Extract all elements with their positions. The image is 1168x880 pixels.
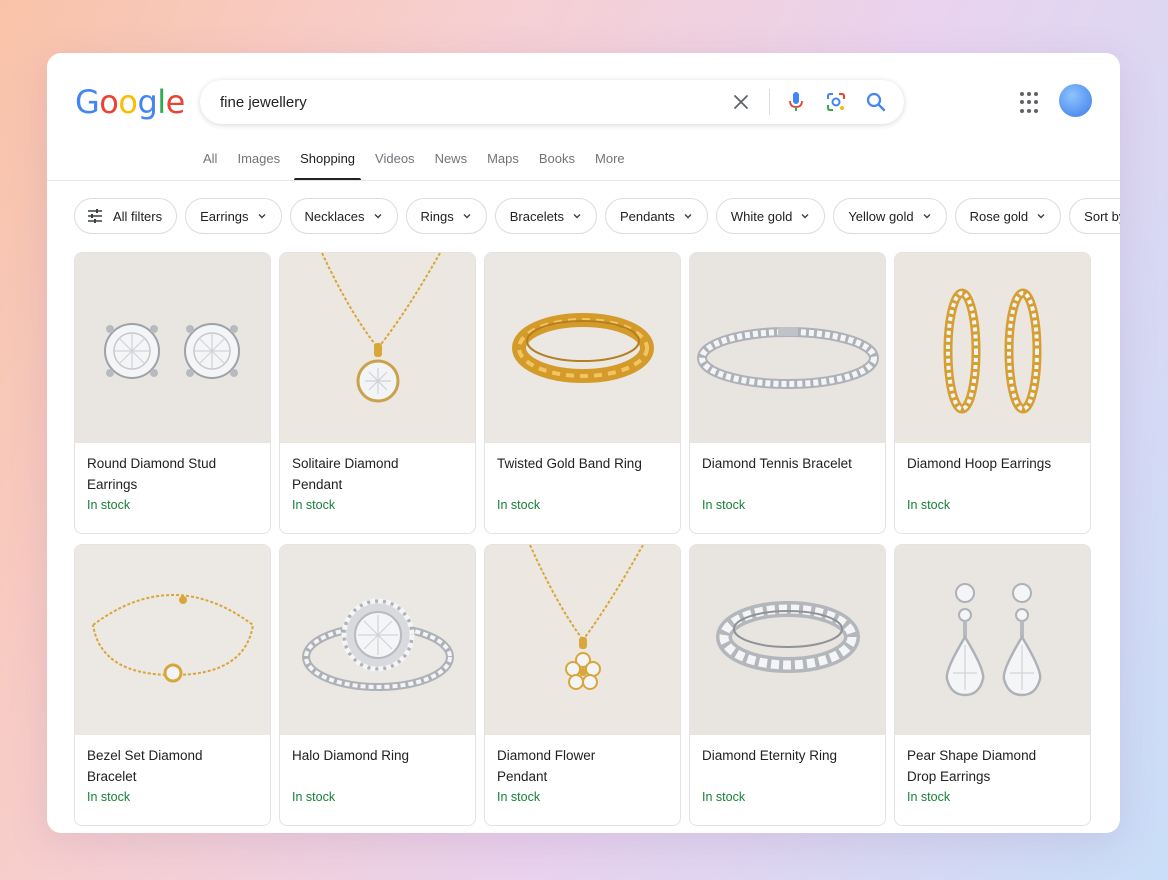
stock-status: In stock [907,790,951,804]
product-name: Halo Diamond Ring [292,748,410,763]
product-card[interactable]: Solitaire Diamond Pendant In stock [279,252,476,534]
tab-more[interactable]: More [589,145,631,181]
stock-status: In stock [292,790,336,804]
tab-books[interactable]: Books [533,145,581,181]
tab-videos[interactable]: Videos [369,145,421,181]
chip-label: Rings [420,208,454,224]
logo-letter: o [99,83,119,121]
chip-pendants[interactable]: Pendants [604,198,708,234]
search-icon[interactable] [864,90,888,114]
close-icon[interactable] [729,90,753,114]
stock-status: In stock [907,498,951,512]
stock-status: In stock [87,790,131,804]
logo-letter: G [75,83,100,121]
chevron-down-icon [258,214,266,219]
product-card[interactable]: Halo Diamond Ring In stock [279,544,476,826]
product-image [75,545,270,735]
tab-all[interactable]: All [197,145,223,181]
product-image [280,545,475,735]
product-image [75,253,270,443]
product-name: Diamond Tennis Bracelet [702,456,852,471]
product-name: Pear Shape Diamond Drop Earrings [907,748,1037,784]
chip-label: Pendants [619,208,675,224]
product-image [485,253,680,443]
google-logo[interactable]: Google [75,83,185,121]
search-bar[interactable]: fine jewellery [200,80,904,124]
product-image [280,253,475,443]
chip-label: All filters [113,208,163,224]
product-image [690,253,885,443]
product-card[interactable]: Diamond Flower Pendant In stock [484,544,681,826]
chip-label: Earrings [200,208,249,224]
tune-icon [88,209,102,223]
chevron-down-icon [923,214,931,219]
product-name: Diamond Flower Pendant [497,748,596,784]
product-card[interactable]: Diamond Hoop Earrings In stock [894,252,1091,534]
sort-by-button[interactable]: Sort by [1069,198,1120,234]
chip-earrings[interactable]: Earrings [185,198,282,234]
chevron-down-icon [1037,214,1045,219]
product-card[interactable]: Bezel Set Diamond Bracelet In stock [74,544,271,826]
product-name: Bezel Set Diamond Bracelet [87,748,203,784]
product-card[interactable]: Diamond Eternity Ring In stock [689,544,886,826]
chip-label: Sort by [1084,208,1120,224]
tab-maps[interactable]: Maps [481,145,525,181]
product-name: Twisted Gold Band Ring [497,456,642,471]
filter-chips: All filters Earrings Necklaces Rings Bra… [74,198,1120,234]
chip-label: Rose gold [969,208,1029,224]
chip-label: Bracelets [509,208,564,224]
chip-yellow-gold[interactable]: Yellow gold [833,198,947,234]
search-tabs: All Images Shopping Videos News Maps Boo… [197,145,639,181]
all-filters-button[interactable]: All filters [74,198,178,234]
product-card[interactable]: Round Diamond Stud Earrings In stock [74,252,271,534]
chip-label: White gold [730,208,793,224]
chevron-down-icon [573,214,581,219]
chip-label: Yellow gold [848,208,914,224]
product-name: Diamond Hoop Earrings [907,456,1052,471]
camera-lens-icon[interactable] [824,90,848,114]
stock-status: In stock [87,498,131,512]
stock-status: In stock [497,498,541,512]
browser-window: Google fine jewellery All Images Shoppin… [47,53,1120,833]
chip-rings[interactable]: Rings [405,198,487,234]
logo-letter: e [165,83,186,121]
product-name: Round Diamond Stud Earrings [87,456,217,492]
logo-letter: l [157,83,166,121]
product-card[interactable]: Diamond Tennis Bracelet In stock [689,252,886,534]
tab-news[interactable]: News [429,145,474,181]
chip-necklaces[interactable]: Necklaces [289,198,398,234]
tab-images[interactable]: Images [231,145,286,181]
avatar[interactable] [1059,84,1092,117]
product-card[interactable]: Pear Shape Diamond Drop Earrings In stoc… [894,544,1091,826]
apps-grid-icon[interactable] [1020,92,1042,114]
product-image [690,545,885,735]
search-input[interactable]: fine jewellery [220,94,729,111]
tab-shopping[interactable]: Shopping [294,145,362,181]
chip-bracelets[interactable]: Bracelets [494,198,597,234]
search-divider [769,89,770,115]
stock-status: In stock [702,790,746,804]
logo-letter: g [137,83,158,121]
chevron-down-icon [801,214,809,219]
stock-status: In stock [702,498,746,512]
mic-icon[interactable] [784,90,808,114]
product-name: Diamond Eternity Ring [702,748,838,763]
chip-label: Necklaces [304,208,365,224]
chevron-down-icon [374,214,382,219]
product-image [485,545,680,735]
logo-letter: o [118,83,138,121]
product-image [895,253,1090,443]
chip-rose-gold[interactable]: Rose gold [954,198,1062,234]
product-card[interactable]: Twisted Gold Band Ring In stock [484,252,681,534]
chevron-down-icon [684,214,692,219]
stock-status: In stock [292,498,336,512]
chevron-down-icon [463,214,471,219]
product-grid: Round Diamond Stud Earrings In stock Sol… [74,252,1091,826]
tabs-divider [47,180,1120,181]
product-name: Solitaire Diamond Pendant [292,456,399,492]
stock-status: In stock [497,790,541,804]
product-image [895,545,1090,735]
chip-white-gold[interactable]: White gold [715,198,826,234]
